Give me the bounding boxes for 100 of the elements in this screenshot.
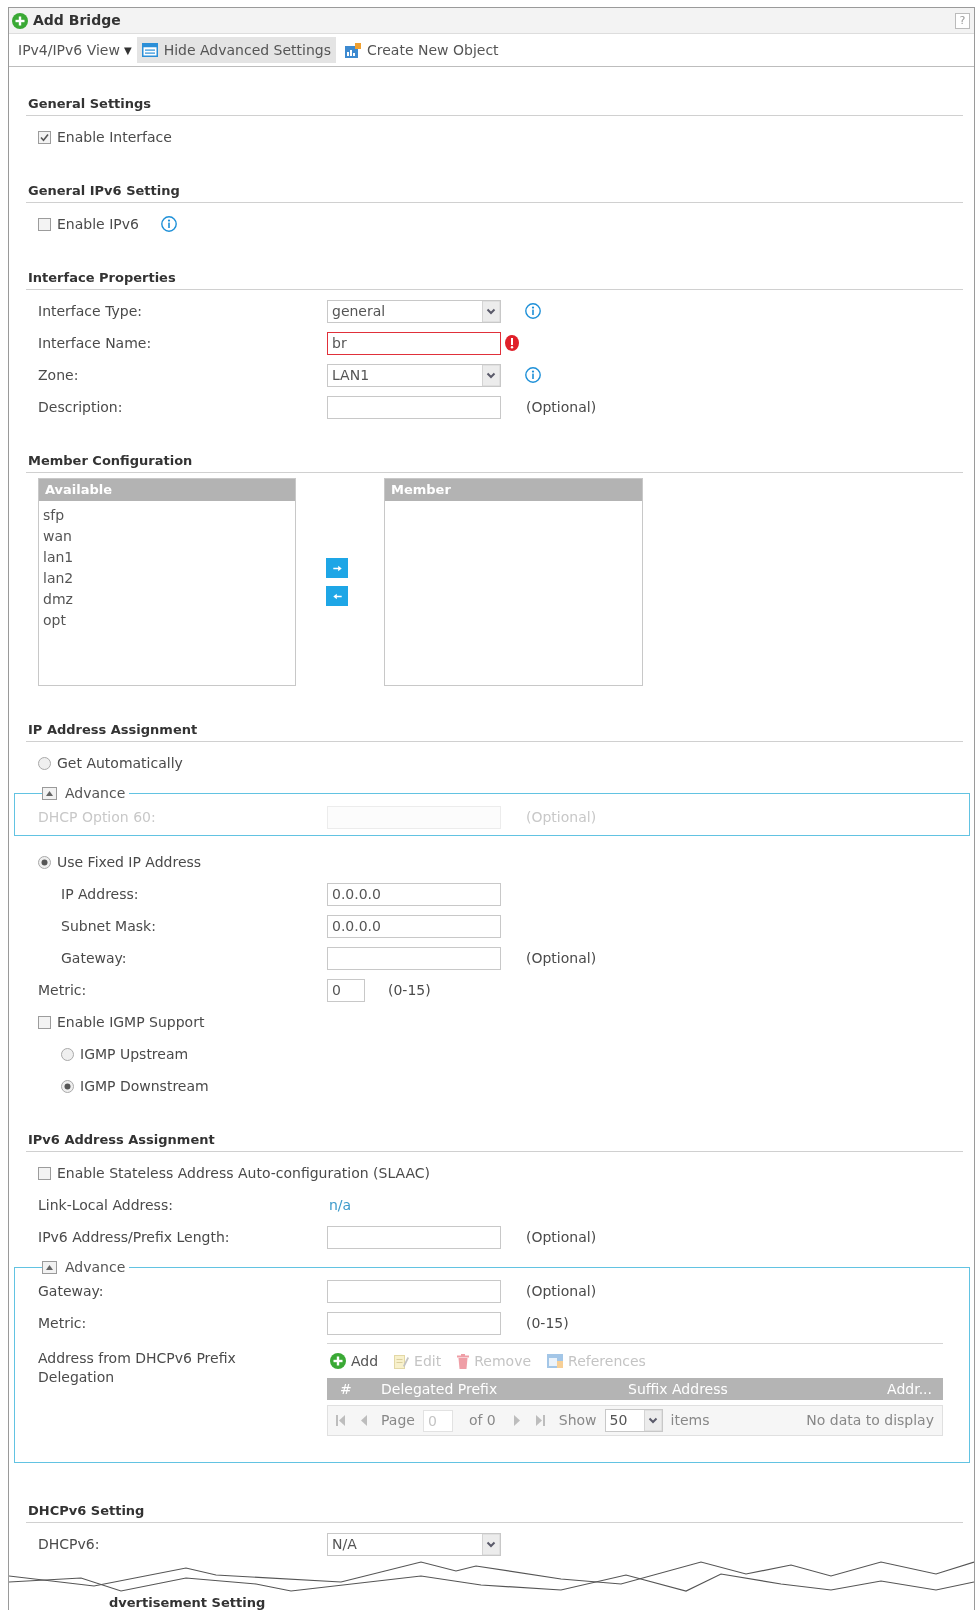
field-label: Subnet Mask:: [61, 917, 156, 934]
radio-button[interactable]: [38, 855, 51, 869]
checkbox[interactable]: [38, 217, 51, 231]
hint-text: (Optional): [526, 1227, 597, 1247]
hint-text: (Optional): [526, 397, 597, 417]
dropdown-select[interactable]: N/A: [327, 1532, 501, 1556]
window-icon: [547, 1354, 564, 1368]
list-item[interactable]: sfp: [39, 505, 69, 526]
view-menu-button[interactable]: IPv4/IPv6 View ▼: [18, 37, 132, 63]
text-field[interactable]: br: [327, 331, 501, 355]
field-label: Interface Type:: [38, 302, 142, 319]
hint-text: (0-15): [526, 1313, 569, 1333]
last-page-icon[interactable]: [535, 1415, 545, 1426]
text-field[interactable]: [327, 946, 501, 970]
collapse-icon[interactable]: [42, 786, 57, 800]
field-label: IPv6 Address/Prefix Length:: [38, 1228, 230, 1245]
dropdown-arrow-icon: [482, 300, 500, 322]
list-item[interactable]: wan: [39, 526, 76, 547]
add-button[interactable]: Add: [330, 1350, 379, 1372]
fieldset-legend: Advance: [65, 1259, 126, 1275]
field-label: DHCPv6:: [38, 1535, 100, 1552]
checkbox-label: Enable Stateless Address Auto-configuration (SLAAC): [57, 1163, 431, 1183]
field-label: Interface Name:: [38, 334, 152, 351]
fieldset-legend: Advance: [65, 785, 126, 801]
radio-button[interactable]: [38, 756, 51, 770]
dropdown-arrow-icon: [643, 1410, 662, 1431]
dropdown-select[interactable]: 50: [604, 1409, 663, 1432]
dropdown-arrow-icon: [482, 364, 500, 386]
text-field[interactable]: [327, 1225, 501, 1249]
toolbar-button[interactable]: Create New Object: [340, 37, 504, 63]
radio-label: Use Fixed IP Address: [57, 852, 202, 872]
field-label: Metric:: [38, 981, 87, 998]
radio-label: Get Automatically: [57, 753, 183, 773]
field-label: Gateway:: [61, 949, 127, 966]
checkbox[interactable]: [38, 1166, 51, 1180]
toolbar-button[interactable]: Hide Advanced Settings: [136, 37, 337, 63]
list-item[interactable]: dmz: [39, 589, 77, 610]
field-value: n/a: [328, 1195, 352, 1215]
field-label: IP Address:: [61, 885, 139, 902]
plus-circle-icon: [330, 1353, 346, 1369]
notepad-pencil-icon: [394, 1353, 410, 1369]
list-item[interactable]: lan2: [39, 568, 78, 589]
collapse-icon[interactable]: [42, 1260, 57, 1274]
dropdown-arrow-icon: [482, 1533, 500, 1555]
section-heading: Interface Properties: [28, 268, 176, 287]
next-page-icon[interactable]: [513, 1415, 520, 1426]
list-item[interactable]: lan1: [39, 547, 78, 568]
radio-label: IGMP Downstream: [80, 1076, 209, 1096]
list-header: Available: [45, 481, 113, 500]
section-heading: General IPv6 Setting: [28, 181, 180, 200]
pager-label: of 0: [468, 1411, 496, 1430]
field-label: Gateway:: [38, 1282, 104, 1299]
section-heading: IP Address Assignment: [28, 720, 198, 739]
radio-button[interactable]: [61, 1079, 74, 1093]
move-right-button[interactable]: [326, 558, 348, 578]
column-header: Suffix Address: [628, 1380, 728, 1397]
checkbox[interactable]: [38, 130, 51, 144]
arrow-right-icon: [332, 564, 342, 572]
text-field[interactable]: [327, 1311, 501, 1335]
hint-text: (Optional): [526, 948, 597, 968]
section-heading: Member Configuration: [28, 451, 193, 470]
dropdown-select[interactable]: general: [327, 299, 501, 323]
radio-button[interactable]: [61, 1047, 74, 1061]
pager-label: Show: [558, 1411, 597, 1430]
field-label: Link-Local Address:: [38, 1196, 173, 1213]
list-item[interactable]: opt: [39, 610, 70, 631]
first-page-icon[interactable]: [336, 1415, 345, 1426]
list-header: Member: [391, 481, 451, 500]
chart-object-icon: [345, 42, 362, 58]
pager-label: items: [670, 1411, 710, 1430]
text-field[interactable]: 0.0.0.0: [327, 882, 501, 906]
field-label: Description:: [38, 398, 123, 415]
error-icon: [505, 335, 519, 351]
hint-text: (Optional): [526, 1281, 597, 1301]
hint-text: (0-15): [388, 980, 431, 1000]
column-header: Delegated Prefix: [381, 1380, 498, 1397]
checkbox-label: Enable Interface: [57, 127, 172, 147]
column-header: Addr...: [887, 1380, 932, 1397]
plus-circle-icon: [12, 12, 28, 29]
section-heading: IPv6 Address Assignment: [28, 1130, 215, 1149]
window-title: Add Bridge: [33, 11, 121, 30]
field-label: Address from DHCPv6 Prefix Delegation: [38, 1349, 237, 1387]
field-label: Metric:: [38, 1314, 87, 1331]
checkbox[interactable]: [38, 1015, 51, 1029]
dropdown-select[interactable]: LAN1: [327, 363, 501, 387]
text-field[interactable]: [327, 395, 501, 419]
previous-page-icon[interactable]: [361, 1415, 367, 1426]
arrow-left-icon: [332, 592, 342, 600]
move-left-button[interactable]: [326, 586, 348, 606]
text-field[interactable]: 0.0.0.0: [327, 914, 501, 938]
window-list-icon: [141, 43, 158, 57]
empty-message: No data to display: [806, 1411, 934, 1430]
pager-label: Page: [381, 1411, 415, 1430]
section-heading: DHCPv6 Setting: [28, 1501, 145, 1520]
trash-icon: [457, 1353, 470, 1369]
text-field[interactable]: [327, 1279, 501, 1303]
section-heading: General Settings: [28, 94, 152, 113]
text-field[interactable]: 0: [327, 978, 365, 1002]
column-header: #: [340, 1380, 352, 1397]
checkbox-label: Enable IGMP Support: [57, 1012, 205, 1032]
